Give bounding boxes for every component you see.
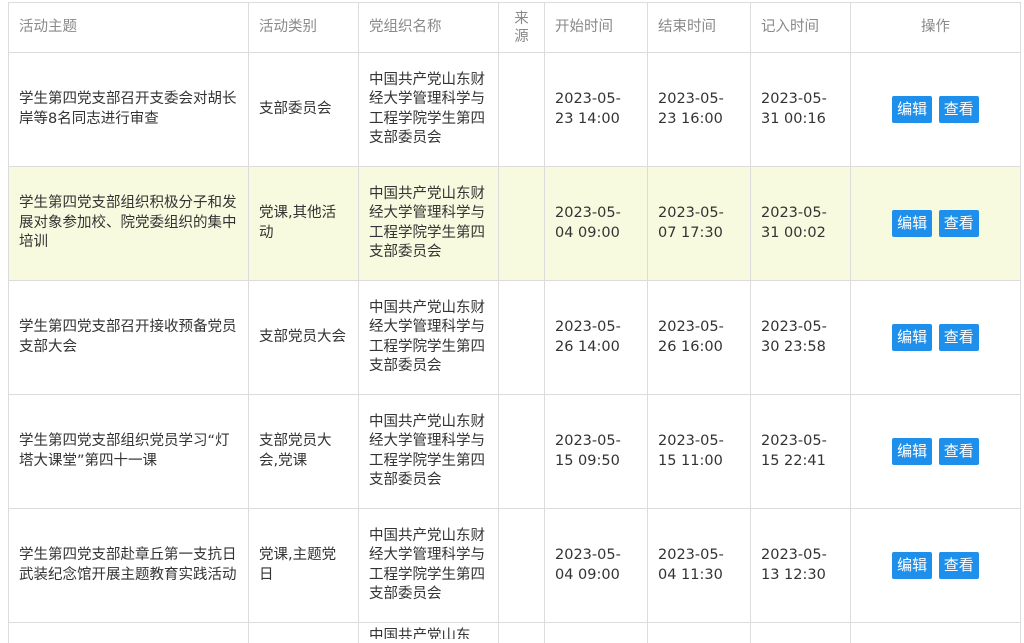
table-row: 学生第四党支部赴章丘第一支抗日武装纪念馆开展主题教育实践活动 党课,主题党日 中…: [8, 508, 1021, 623]
cell-topic: 学生第四党支部组织积极分子和发展对象参加校、院党委组织的集中培训: [8, 166, 249, 281]
table-row-partial: 中国共产党山东: [8, 622, 1021, 643]
table-row: 学生第四党支部组织积极分子和发展对象参加校、院党委组织的集中培训 党课,其他活动…: [8, 166, 1021, 281]
cell-end: 2023-05-07 17:30: [647, 166, 751, 281]
cell-org-clipped: 中国共产党山东: [369, 628, 471, 639]
cell-org: 中国共产党山东财经大学管理科学与工程学院学生第四支部委员会: [358, 52, 499, 167]
edit-button[interactable]: 编辑: [892, 324, 933, 351]
col-header-category: 活动类别: [248, 2, 359, 53]
cell-topic: 学生第四党支部赴章丘第一支抗日武装纪念馆开展主题教育实践活动: [8, 508, 249, 623]
cell-topic: 学生第四党支部召开接收预备党员支部大会: [8, 280, 249, 395]
view-button[interactable]: 查看: [938, 210, 979, 237]
table-row: 学生第四党支部组织党员学习“灯塔大课堂”第四十一课 支部党员大会,党课 中国共产…: [8, 394, 1021, 509]
cell-end: 2023-05-26 16:00: [647, 280, 751, 395]
edit-button[interactable]: 编辑: [892, 438, 933, 465]
cell-category: 支部党员大会: [248, 280, 359, 395]
view-button[interactable]: 查看: [938, 552, 979, 579]
cell-org: 中国共产党山东财经大学管理科学与工程学院学生第四支部委员会: [358, 508, 499, 623]
col-header-actions: 操作: [850, 2, 1021, 53]
col-header-source-label: 来 源: [514, 10, 529, 45]
edit-button[interactable]: 编辑: [892, 552, 933, 579]
cell-actions: 编辑 查看: [850, 394, 1021, 509]
cell-category: 支部委员会: [248, 52, 359, 167]
cell-source: [498, 394, 545, 509]
cell-source: [498, 52, 545, 167]
cell-topic: [8, 622, 249, 643]
activity-table: 活动主题 活动类别 党组织名称 来 源 开始时间 结束时间 记入时间 操作 学生…: [8, 2, 1021, 643]
cell-actions: [850, 622, 1021, 643]
cell-actions: 编辑 查看: [850, 508, 1021, 623]
cell-org: 中国共产党山东: [358, 622, 499, 643]
cell-org: 中国共产党山东财经大学管理科学与工程学院学生第四支部委员会: [358, 394, 499, 509]
cell-recorded: 2023-05-15 22:41: [750, 394, 851, 509]
cell-actions: 编辑 查看: [850, 52, 1021, 167]
cell-org: 中国共产党山东财经大学管理科学与工程学院学生第四支部委员会: [358, 280, 499, 395]
cell-topic: 学生第四党支部召开支委会对胡长岸等8名同志进行审查: [8, 52, 249, 167]
cell-start: 2023-05-23 14:00: [544, 52, 648, 167]
cell-start: 2023-05-04 09:00: [544, 166, 648, 281]
cell-start: 2023-05-26 14:00: [544, 280, 648, 395]
cell-recorded: 2023-05-31 00:02: [750, 166, 851, 281]
table-header-row: 活动主题 活动类别 党组织名称 来 源 开始时间 结束时间 记入时间 操作: [8, 2, 1021, 53]
cell-end: 2023-05-23 16:00: [647, 52, 751, 167]
cell-actions: 编辑 查看: [850, 166, 1021, 281]
view-button[interactable]: 查看: [938, 438, 979, 465]
cell-start: [544, 622, 648, 643]
view-button[interactable]: 查看: [938, 324, 979, 351]
cell-recorded: 2023-05-30 23:58: [750, 280, 851, 395]
activity-table-view: 活动主题 活动类别 党组织名称 来 源 开始时间 结束时间 记入时间 操作 学生…: [0, 0, 1024, 643]
cell-topic: 学生第四党支部组织党员学习“灯塔大课堂”第四十一课: [8, 394, 249, 509]
table-row: 学生第四党支部召开接收预备党员支部大会 支部党员大会 中国共产党山东财经大学管理…: [8, 280, 1021, 395]
edit-button[interactable]: 编辑: [892, 96, 933, 123]
col-header-end: 结束时间: [647, 2, 751, 53]
cell-recorded: 2023-05-31 00:16: [750, 52, 851, 167]
cell-category: [248, 622, 359, 643]
cell-start: 2023-05-15 09:50: [544, 394, 648, 509]
cell-actions: 编辑 查看: [850, 280, 1021, 395]
cell-source: [498, 622, 545, 643]
col-header-source: 来 源: [498, 2, 545, 53]
cell-end: 2023-05-15 11:00: [647, 394, 751, 509]
cell-category: 支部党员大会,党课: [248, 394, 359, 509]
cell-source: [498, 280, 545, 395]
col-header-start: 开始时间: [544, 2, 648, 53]
view-button[interactable]: 查看: [938, 96, 979, 123]
col-header-topic: 活动主题: [8, 2, 249, 53]
cell-category: 党课,主题党日: [248, 508, 359, 623]
cell-end: 2023-05-04 11:30: [647, 508, 751, 623]
cell-recorded: [750, 622, 851, 643]
cell-start: 2023-05-04 09:00: [544, 508, 648, 623]
cell-source: [498, 166, 545, 281]
cell-recorded: 2023-05-13 12:30: [750, 508, 851, 623]
col-header-recorded: 记入时间: [750, 2, 851, 53]
table-row: 学生第四党支部召开支委会对胡长岸等8名同志进行审查 支部委员会 中国共产党山东财…: [8, 52, 1021, 167]
cell-source: [498, 508, 545, 623]
cell-org: 中国共产党山东财经大学管理科学与工程学院学生第四支部委员会: [358, 166, 499, 281]
cell-end: [647, 622, 751, 643]
cell-category: 党课,其他活动: [248, 166, 359, 281]
col-header-org: 党组织名称: [358, 2, 499, 53]
edit-button[interactable]: 编辑: [892, 210, 933, 237]
